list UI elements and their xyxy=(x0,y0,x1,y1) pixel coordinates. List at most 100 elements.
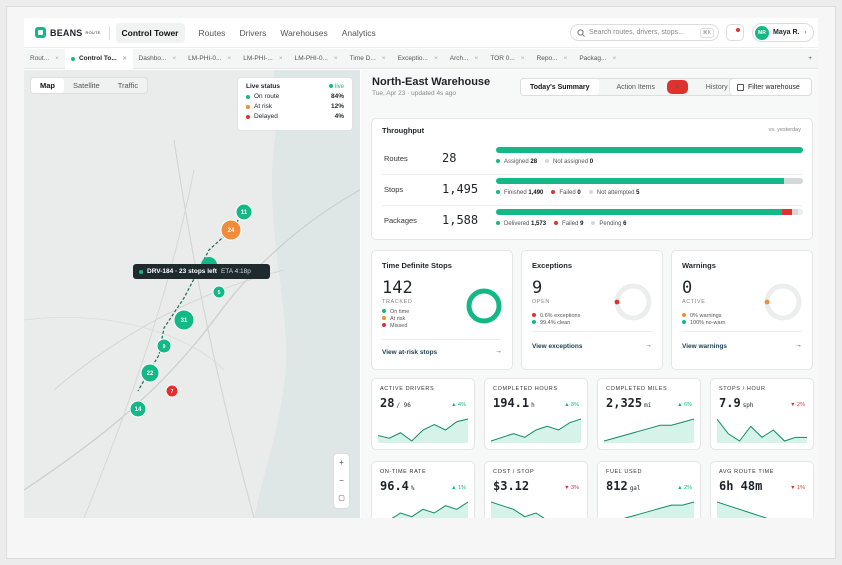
fullscreen-button[interactable]: ▢ xyxy=(334,490,349,508)
tab-4[interactable]: LM-PHI-... × xyxy=(237,49,288,69)
close-icon[interactable]: × xyxy=(172,55,176,62)
zoom-out-button[interactable]: − xyxy=(334,472,349,490)
tab-6[interactable]: Time D... × xyxy=(344,49,392,69)
tab-todays-summary[interactable]: Today's Summary xyxy=(521,79,599,95)
map-pin[interactable]: 9 xyxy=(156,338,172,354)
tab-5[interactable]: LM-PHI-0... × xyxy=(289,49,344,69)
filter-warehouse-button[interactable]: Filter warehouse xyxy=(729,78,812,96)
svg-text:22: 22 xyxy=(147,371,154,377)
view-warnings-link[interactable]: View warnings xyxy=(682,343,727,350)
close-icon[interactable]: × xyxy=(227,55,231,62)
nav-control-tower[interactable]: Control Tower xyxy=(115,22,185,43)
map-panel[interactable]: 11 24 5 31 9 22 7 14 Map Satellite Traffic Live… xyxy=(24,70,360,518)
zoom-in-button[interactable]: + xyxy=(334,454,349,472)
kpi-card[interactable]: ON-TIME RATE 96.4% ▲ 1% xyxy=(371,461,475,518)
map-pin[interactable]: 5 xyxy=(212,285,226,299)
bar-segment xyxy=(496,147,803,153)
tab-8[interactable]: Arch... × xyxy=(444,49,485,69)
map-view-satellite[interactable]: Satellite xyxy=(64,78,109,93)
tab-11[interactable]: Packag... × xyxy=(573,49,622,69)
close-icon[interactable]: × xyxy=(334,55,338,62)
tab-2[interactable]: Dashbo... × xyxy=(133,49,183,69)
checkbox-icon xyxy=(737,83,744,91)
avatar: MR xyxy=(755,25,769,40)
tab-9[interactable]: TOR 0... × xyxy=(484,49,530,69)
kpi-card[interactable]: COMPLETED HOURS 194.1 h ▲ 8% xyxy=(484,378,588,450)
map-pin[interactable]: 14 xyxy=(129,400,147,418)
throughput-row: Packages 1,588 Delivered 1,573 Failed 9 Pend… xyxy=(372,209,814,246)
nav-drivers[interactable]: Drivers xyxy=(239,24,266,42)
tab-label: Control To... xyxy=(78,55,117,62)
kpi-sparkline xyxy=(717,501,768,518)
row-value: 1,495 xyxy=(442,182,479,196)
close-icon[interactable]: × xyxy=(279,55,283,62)
user-menu[interactable]: MR Maya R. › xyxy=(752,23,814,42)
tab-10[interactable]: Repo... × xyxy=(531,49,574,69)
bar-segment xyxy=(782,209,792,215)
close-icon[interactable]: × xyxy=(382,55,386,62)
map-pin[interactable]: 24 xyxy=(220,219,242,241)
tab-12[interactable]: + xyxy=(802,49,818,69)
kpi-card[interactable]: COMPLETED MILES 2,325 mi ▲ 6% xyxy=(597,378,701,450)
map-view-map[interactable]: Map xyxy=(31,78,64,93)
close-icon[interactable]: × xyxy=(612,55,616,62)
tab-bar: Rout... × Control To... × Dashbo... × LM-PHI-0… xyxy=(24,48,818,69)
tab-label: Repo... xyxy=(536,55,558,62)
map-view-toggle: Map Satellite Traffic xyxy=(30,77,149,94)
close-icon[interactable]: × xyxy=(564,55,568,62)
tab-label: TOR 0... xyxy=(490,55,515,62)
tab-1[interactable]: Control To... × xyxy=(64,48,133,69)
exceptions-ring xyxy=(614,283,652,321)
kpi-card[interactable]: FUEL USED 812 gal ▲ 2% xyxy=(597,461,701,518)
tab-7[interactable]: Exceptio... × xyxy=(392,49,444,69)
close-icon[interactable]: × xyxy=(475,55,479,62)
live-row: On route 84% xyxy=(246,93,344,100)
view-exceptions-link[interactable]: View exceptions xyxy=(532,343,582,350)
nav-routes[interactable]: Routes xyxy=(199,24,226,42)
notifications-icon[interactable] xyxy=(726,24,744,41)
legend-item: 99.4% clean xyxy=(532,320,580,327)
nav-analytics[interactable]: Analytics xyxy=(342,24,376,42)
close-icon[interactable]: × xyxy=(521,55,525,62)
logo-icon xyxy=(35,27,46,38)
tab-3[interactable]: LM-PHI-0... × xyxy=(182,49,237,69)
kpi-change: ▲ 2% xyxy=(677,485,692,491)
logo[interactable]: BEANS ROUTE xyxy=(35,27,101,38)
kpi-label: FUEL USED xyxy=(606,469,643,475)
close-icon[interactable]: × xyxy=(55,55,59,62)
arrow-right-icon[interactable]: → xyxy=(645,342,652,349)
map-pin[interactable]: 11 xyxy=(235,203,253,221)
tds-value: 142 xyxy=(382,278,413,298)
kpi-change: ▲ 8% xyxy=(564,402,579,408)
tab-action-items[interactable]: Action Items 9 xyxy=(599,79,697,95)
close-icon[interactable]: × xyxy=(123,55,127,62)
chevron-right-icon: › xyxy=(804,29,807,36)
kpi-card[interactable]: COST / STOP $3.12 ▼ 3% xyxy=(484,461,588,518)
map-pin[interactable]: 7 xyxy=(165,384,179,398)
kpi-sparkline xyxy=(391,501,468,518)
view-at-risk-link[interactable]: View at-risk stops xyxy=(382,349,437,356)
svg-text:31: 31 xyxy=(181,318,188,324)
arrow-right-icon[interactable]: → xyxy=(795,342,802,349)
kpi-card[interactable]: ACTIVE DRIVERS 28/ 96 ▲ 4% xyxy=(371,378,475,450)
kpi-card[interactable]: AVG ROUTE TIME 6h 48m ▼ 1% xyxy=(710,461,814,518)
map-view-traffic[interactable]: Traffic xyxy=(109,78,147,93)
search-input[interactable]: Search routes, drivers, stops... ⌘K xyxy=(570,24,719,41)
warehouse-title: North-East Warehouse xyxy=(372,76,491,88)
progress-bar xyxy=(496,209,803,215)
filter-label: Filter warehouse xyxy=(748,83,800,91)
nav-warehouses[interactable]: Warehouses xyxy=(280,24,327,42)
kpi-change: ▲ 1% xyxy=(451,485,466,491)
map-pin[interactable]: 31 xyxy=(173,309,195,331)
kpi-value: 96.4% xyxy=(380,479,415,493)
warehouse-subtitle: Tue, Apr 23 · updated 4s ago xyxy=(372,90,456,97)
close-icon[interactable]: × xyxy=(434,55,438,62)
map-pin[interactable]: 22 xyxy=(140,363,160,383)
tab-0[interactable]: Rout... × xyxy=(24,49,65,69)
time-definite-card: Time Definite Stops 142 TRACKED On time A… xyxy=(371,250,513,370)
exceptions-title: Exceptions xyxy=(532,261,573,270)
arrow-right-icon[interactable]: → xyxy=(495,348,502,355)
map-canvas[interactable]: 11 24 5 31 9 22 7 14 xyxy=(24,70,360,518)
kpi-label: ACTIVE DRIVERS xyxy=(380,386,435,392)
kpi-card[interactable]: STOPS / HOUR 7.9 sph ▼ 2% xyxy=(710,378,814,450)
